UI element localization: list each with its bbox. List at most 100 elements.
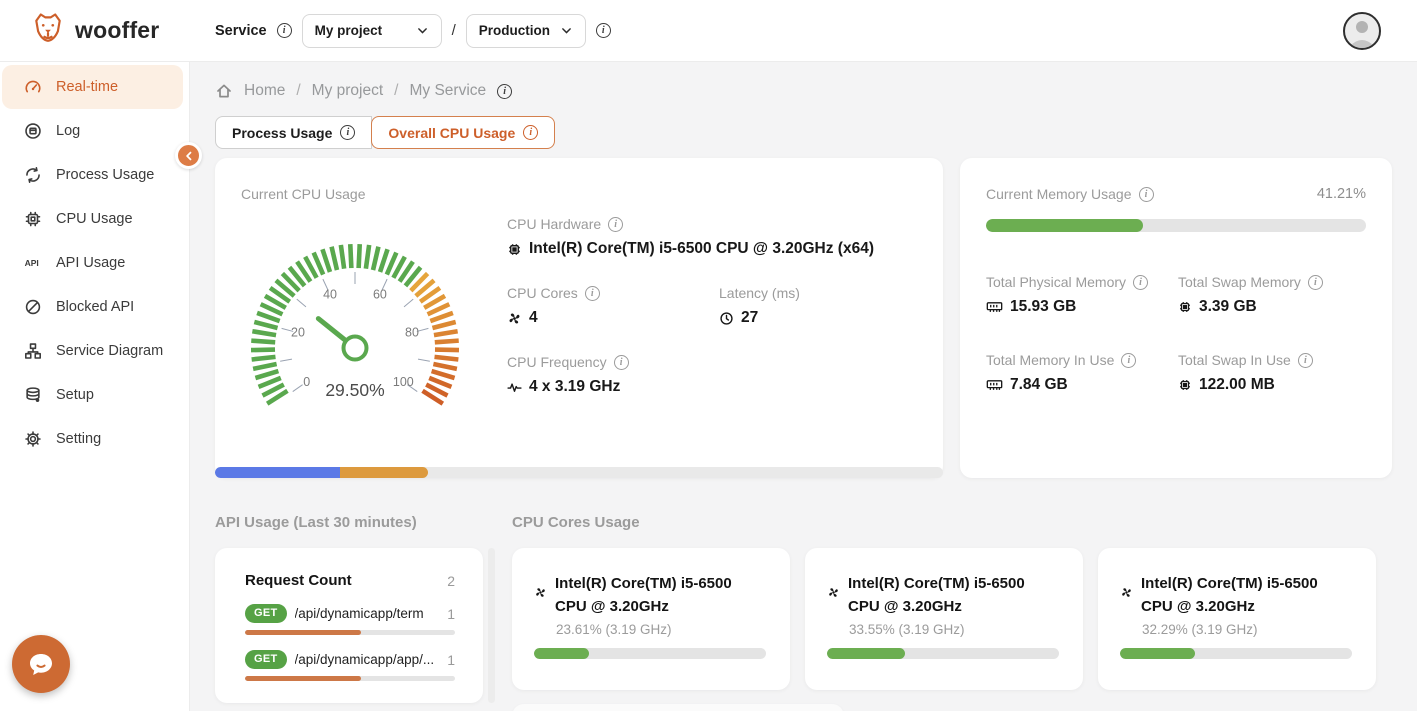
- cpu-cores-value: 4: [529, 309, 538, 327]
- chevron-down-icon: [560, 24, 573, 37]
- sidebar-item-setting[interactable]: Setting: [0, 417, 189, 461]
- sidebar-item-setup[interactable]: Setup: [0, 373, 189, 417]
- breadcrumb-service[interactable]: My Service: [409, 82, 486, 100]
- tab-overall-cpu-usage[interactable]: Overall CPU Usage: [371, 116, 555, 149]
- sidebar-item-api-usage[interactable]: API API Usage: [0, 241, 189, 285]
- sidebar-collapse-button[interactable]: [175, 142, 202, 169]
- request-count-total: 2: [447, 573, 455, 589]
- tab-process-usage[interactable]: Process Usage: [215, 116, 372, 149]
- sidebar-item-log[interactable]: Log: [0, 109, 189, 153]
- cpu-usage-card: Current CPU Usage 02040608010029.50% CPU…: [215, 158, 943, 478]
- svg-text:40: 40: [323, 288, 337, 302]
- project-select-value: My project: [315, 23, 383, 38]
- sidebar-item-label: CPU Usage: [56, 211, 133, 227]
- chip-icon: [1178, 378, 1192, 392]
- info-icon[interactable]: [523, 125, 538, 140]
- sidebar-item-label: Blocked API: [56, 299, 134, 315]
- sidebar-item-label: API Usage: [56, 255, 125, 271]
- cpu-core-card: Intel(R) Core(TM) i5-6500 CPU @ 3.20GHz …: [512, 548, 790, 690]
- info-icon[interactable]: [1308, 275, 1323, 290]
- api-row: GET /api/dynamicapp/term 1: [245, 604, 469, 635]
- brand-name: wooffer: [75, 17, 159, 44]
- sidebar-item-blocked-api[interactable]: Blocked API: [0, 285, 189, 329]
- info-icon[interactable]: [1133, 275, 1148, 290]
- breadcrumb-home[interactable]: Home: [244, 82, 285, 100]
- memory-usage-percent: 41.21%: [1317, 186, 1366, 202]
- api-usage-section: API Usage (Last 30 minutes) Request Coun…: [215, 514, 512, 711]
- memory-progress-fill: [986, 219, 1143, 232]
- sidebar-item-service-diagram[interactable]: Service Diagram: [0, 329, 189, 373]
- core-name: Intel(R) Core(TM) i5-6500 CPU @ 3.20GHz: [1141, 572, 1352, 619]
- svg-text:80: 80: [405, 326, 419, 340]
- svg-text:29.50%: 29.50%: [325, 380, 384, 400]
- sidebar-item-cpu-usage[interactable]: CPU Usage: [0, 197, 189, 241]
- breadcrumb-project[interactable]: My project: [312, 82, 384, 100]
- latency-block: Latency (ms) 27: [719, 285, 800, 327]
- gauge-icon: [24, 78, 42, 96]
- memory-stat: Total Swap In Use 122.00 MB: [1178, 352, 1366, 394]
- core-name: Intel(R) Core(TM) i5-6500 CPU @ 3.20GHz: [848, 572, 1059, 619]
- sidebar-item-label: Setup: [56, 387, 94, 403]
- api-row: GET /api/dynamicapp/app/... 1: [245, 650, 469, 681]
- cpu-cores-block: CPU Cores 4: [507, 285, 719, 327]
- svg-text:0: 0: [303, 375, 310, 389]
- info-icon[interactable]: [614, 355, 629, 370]
- info-icon[interactable]: [608, 217, 623, 232]
- bottom-row: API Usage (Last 30 minutes) Request Coun…: [215, 514, 1392, 711]
- brand-logo[interactable]: wooffer: [30, 10, 159, 51]
- chat-bubble-icon: [25, 648, 57, 680]
- cpu-core-card: Intel(R) Core(TM) i5-6500 CPU @ 3.20GHz …: [1098, 548, 1376, 690]
- memory-stat: Total Memory In Use 7.84 GB: [986, 352, 1178, 394]
- service-label: Service: [215, 23, 267, 39]
- info-icon[interactable]: [1298, 353, 1313, 368]
- tab-group: Process Usage Overall CPU Usage: [215, 116, 555, 149]
- vertical-scrollbar[interactable]: [488, 548, 495, 703]
- ram-icon: [986, 378, 1003, 392]
- cpu-core-card: Intel(R) Core(TM) i5-6500 CPU @ 3.20GHz …: [805, 548, 1083, 690]
- project-select[interactable]: My project: [302, 14, 442, 48]
- cpu-icon: [24, 210, 42, 228]
- separator: /: [452, 22, 456, 39]
- core-usage-text: 32.29% (3.19 GHz): [1142, 622, 1352, 637]
- core-progress-bar: [1120, 648, 1352, 659]
- blocked-icon: [24, 298, 42, 316]
- info-icon[interactable]: [596, 23, 611, 38]
- sidebar-item-label: Log: [56, 123, 80, 139]
- app-root: wooffer Service My project / Production: [0, 0, 1417, 711]
- sidebar-item-label: Setting: [56, 431, 101, 447]
- setup-icon: [24, 386, 42, 404]
- diagram-icon: [24, 342, 42, 360]
- chat-widget-button[interactable]: [12, 635, 70, 693]
- info-icon[interactable]: [497, 84, 512, 99]
- service-selector-group: Service My project / Production: [215, 14, 611, 48]
- cpu-frequency-value: 4 x 3.19 GHz: [529, 378, 620, 396]
- sidebar-item-label: Service Diagram: [56, 343, 163, 359]
- latency-label: Latency (ms): [719, 285, 800, 301]
- avatar[interactable]: [1343, 12, 1381, 50]
- environment-select[interactable]: Production: [466, 14, 586, 48]
- svg-text:100: 100: [393, 375, 414, 389]
- fan-icon: [507, 311, 522, 326]
- next-card-partial: [512, 704, 844, 711]
- scrollbar-blue-segment: [215, 467, 340, 478]
- horizontal-scrollbar[interactable]: [215, 467, 943, 478]
- fan-icon: [1120, 586, 1133, 599]
- overview-row: Current CPU Usage 02040608010029.50% CPU…: [215, 158, 1392, 478]
- cpu-cores-section: CPU Cores Usage Intel(R) Core(TM) i5-650…: [512, 514, 1392, 711]
- method-badge: GET: [245, 604, 287, 623]
- info-icon[interactable]: [585, 286, 600, 301]
- info-icon[interactable]: [1121, 353, 1136, 368]
- fan-icon: [827, 586, 840, 599]
- sidebar-item-label: Process Usage: [56, 167, 154, 183]
- sidebar-item-process-usage[interactable]: Process Usage: [0, 153, 189, 197]
- chevron-left-icon: [183, 150, 195, 162]
- main-content: Home / My project / My Service Process U…: [190, 62, 1417, 711]
- info-icon[interactable]: [340, 125, 355, 140]
- sidebar-item-real-time[interactable]: Real-time: [2, 65, 183, 109]
- cpu-frequency-block: CPU Frequency 4 x 3.19 GHz: [507, 354, 927, 396]
- cpu-hardware-block: CPU Hardware Intel(R) Core(TM) i5-6500 C…: [507, 216, 927, 258]
- cpu-hardware-value: Intel(R) Core(TM) i5-6500 CPU @ 3.20GHz …: [529, 240, 874, 258]
- info-icon[interactable]: [1139, 187, 1154, 202]
- svg-text:20: 20: [291, 326, 305, 340]
- info-icon[interactable]: [277, 23, 292, 38]
